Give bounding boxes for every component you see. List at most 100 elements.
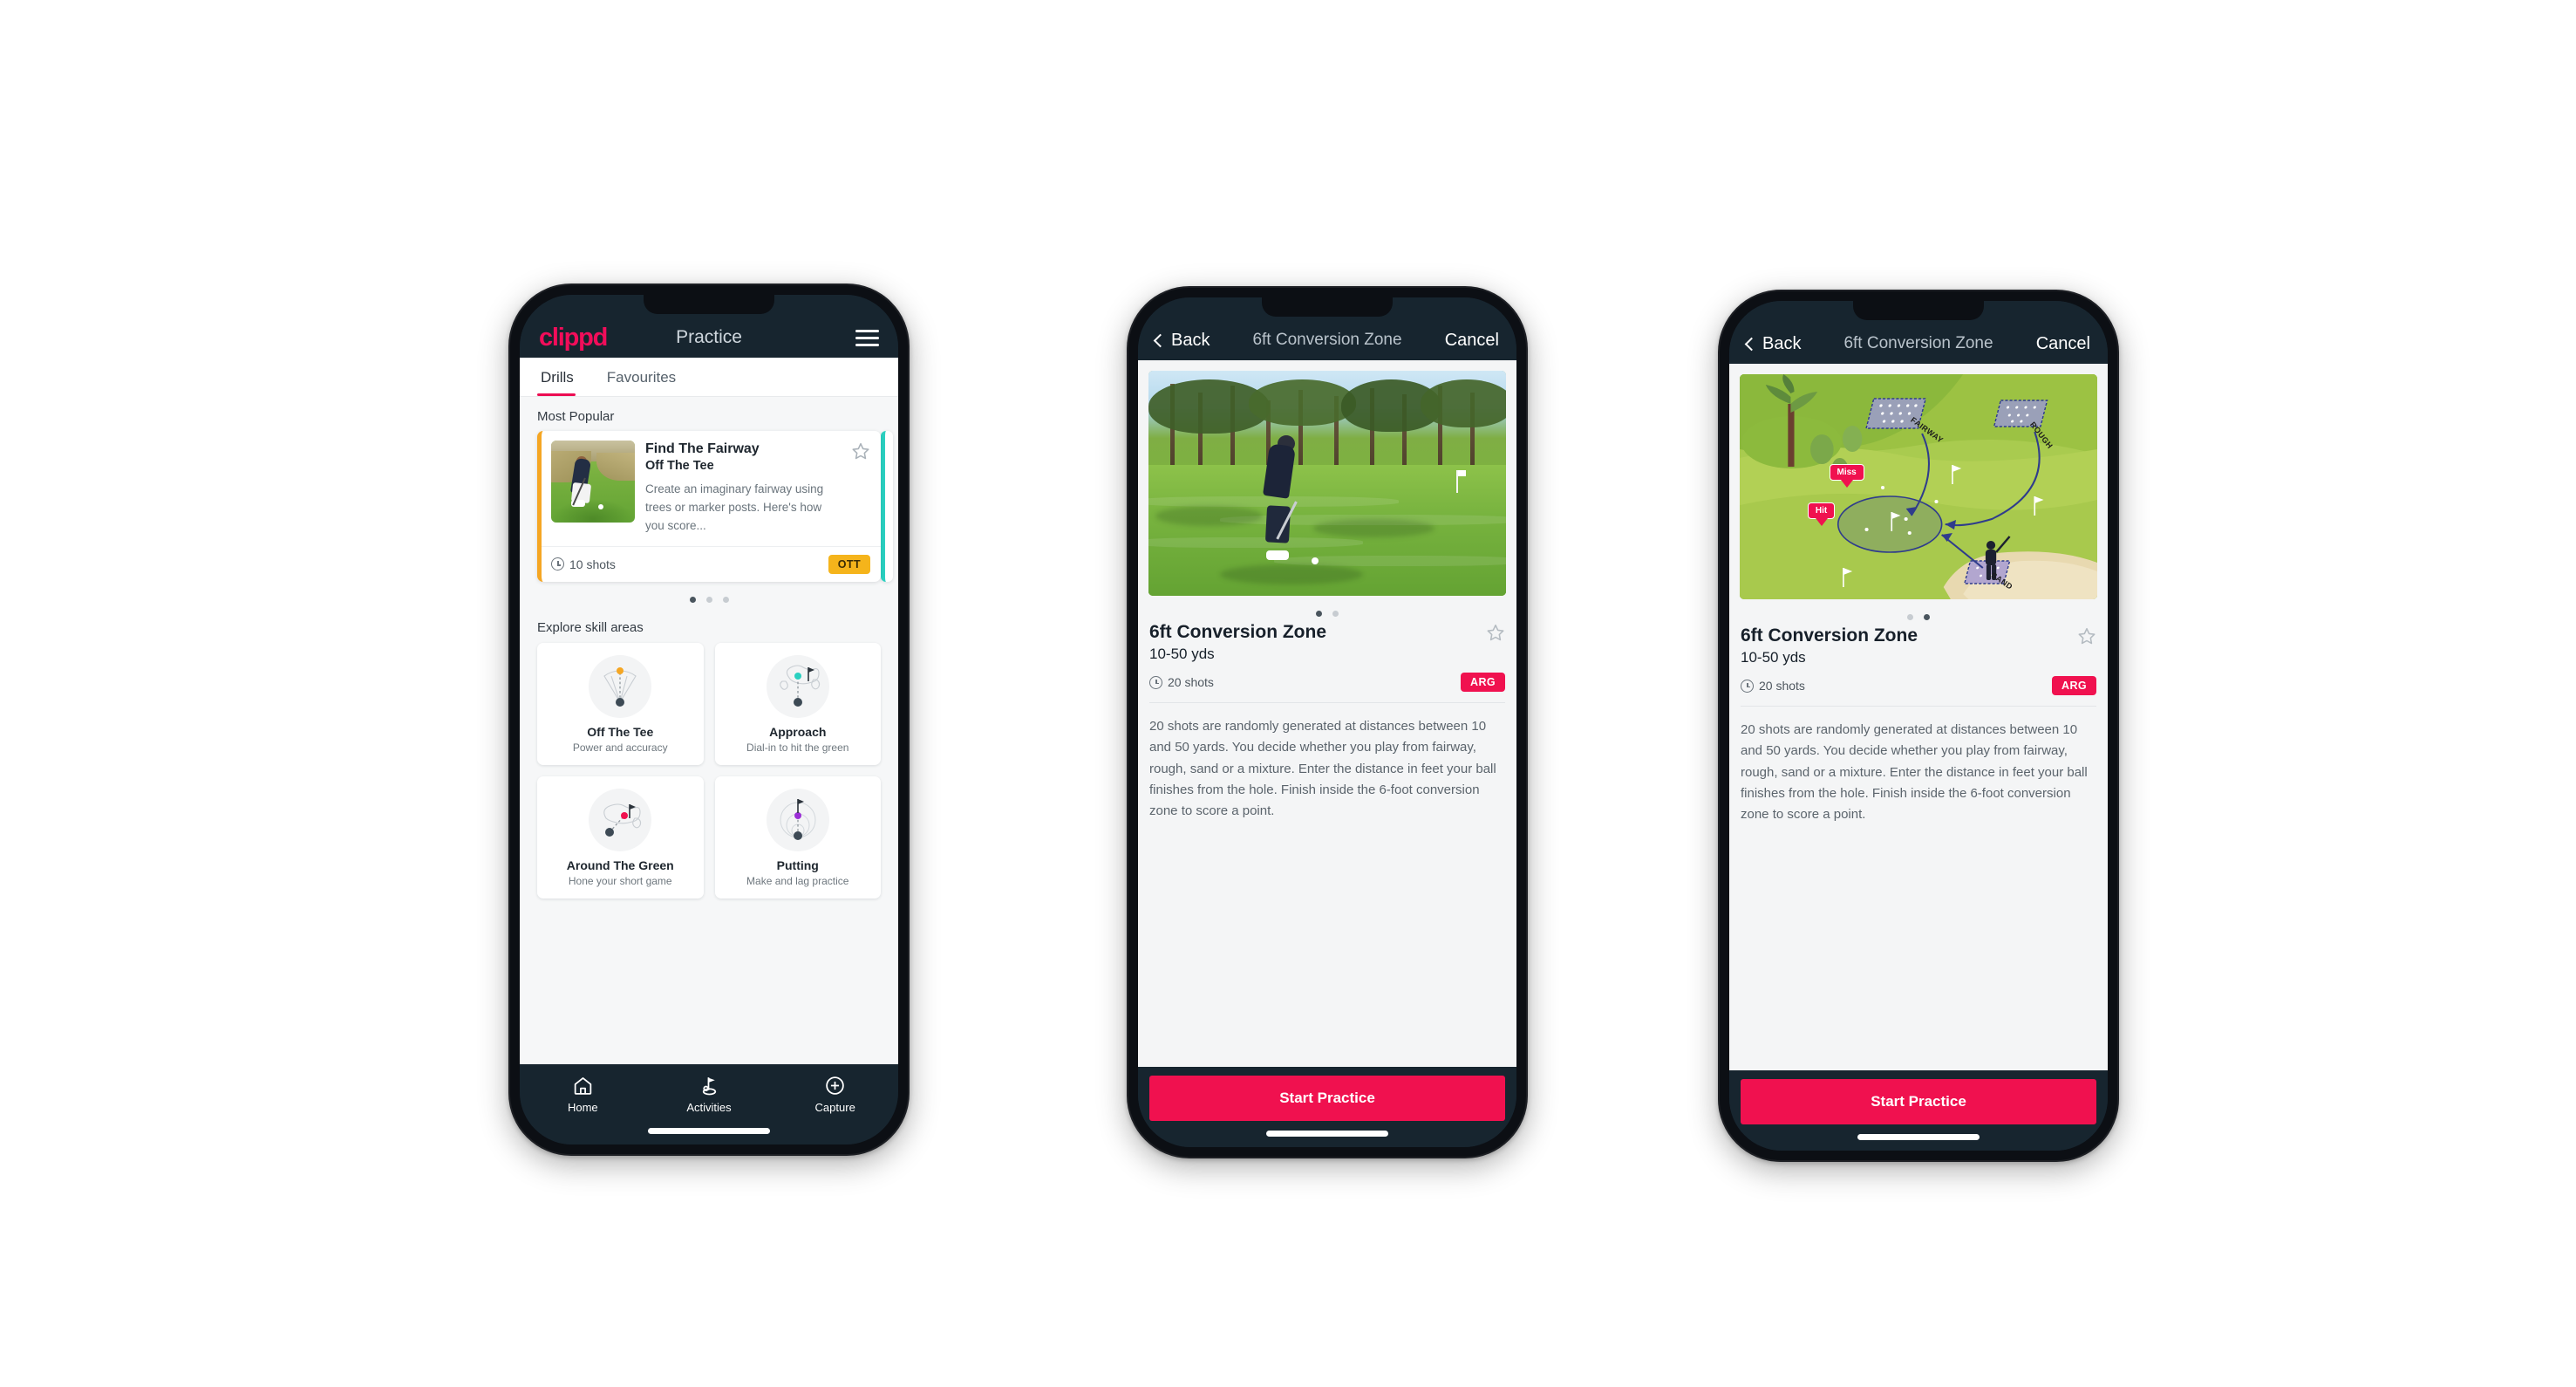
screen-drill-detail-map: Back 6ft Conversion Zone Cancel FAIRWAY …	[1729, 301, 2108, 1151]
skill-card-approach[interactable]: Approach Dial-in to hit the green	[714, 642, 881, 765]
putting-rings-icon	[766, 788, 829, 851]
skill-name: Putting	[776, 857, 819, 872]
callout-miss: Miss	[1829, 464, 1864, 482]
tab-bar: Drills Favourites	[520, 358, 898, 397]
drill-distance: 10-50 yds	[1741, 649, 1806, 666]
chevron-left-icon	[1153, 333, 1168, 347]
drill-card-footer: 10 shots OTT	[542, 545, 881, 582]
carousel-peek-card[interactable]	[881, 431, 893, 582]
skill-desc: Hone your short game	[568, 874, 672, 887]
clock-icon	[1741, 679, 1754, 693]
back-button[interactable]: Back	[1744, 333, 1802, 354]
shots-count: 10 shots	[551, 557, 616, 571]
detail-body: 6ft Conversion Zone 10-50 yds 20 shots A…	[1138, 360, 1516, 1067]
status-badge-arg: ARG	[1461, 673, 1505, 692]
tab-drills[interactable]: Drills	[537, 358, 586, 396]
tee-fan-icon	[589, 654, 652, 718]
tab-favourites[interactable]: Favourites	[603, 358, 688, 396]
practice-body: Drills Favourites Most Popular Find The …	[520, 358, 898, 1064]
around-green-icon	[589, 788, 652, 851]
shots-count: 20 shots	[1149, 675, 1214, 689]
skill-name: Off The Tee	[587, 724, 654, 739]
detail-shots-row: 20 shots ARG	[1149, 673, 1505, 692]
home-icon	[574, 1077, 592, 1095]
home-indicator	[1857, 1134, 1980, 1140]
start-practice-button[interactable]: Start Practice	[1741, 1079, 2096, 1124]
drill-thumbnail	[551, 441, 635, 523]
detail-body: FAIRWAY ROUGH SAND Miss Hit 6ft Conversi…	[1729, 364, 2108, 1070]
phone-notch	[644, 295, 774, 314]
drill-media-course-map[interactable]: FAIRWAY ROUGH SAND Miss Hit	[1740, 374, 2097, 599]
clock-icon	[1149, 675, 1162, 689]
phone-notch	[1853, 301, 1984, 320]
carousel-dot[interactable]	[705, 596, 712, 603]
nav-item-capture[interactable]: Capture	[772, 1075, 898, 1114]
skill-areas-heading: Explore skill areas	[537, 619, 644, 635]
screen-drill-detail-photo: Back 6ft Conversion Zone Cancel 6ft Conv…	[1138, 297, 1516, 1147]
shots-label: 20 shots	[1759, 679, 1805, 693]
drill-description: Create an imaginary fairway using trees …	[645, 482, 824, 532]
nav-label: Capture	[814, 1101, 855, 1114]
back-label: Back	[1762, 333, 1802, 353]
callout-hit: Hit	[1807, 502, 1836, 520]
nav-item-home[interactable]: Home	[520, 1075, 646, 1114]
star-outline-icon[interactable]	[1486, 623, 1505, 642]
carousel-dots	[520, 582, 898, 608]
chevron-left-icon	[1744, 337, 1759, 351]
skill-card-around-the-green[interactable]: Around The Green Hone your short game	[537, 775, 704, 898]
phone-notch	[1262, 297, 1393, 317]
detail-header: 6ft Conversion Zone 10-50 yds 20 shots A…	[1729, 625, 2108, 695]
drill-card-meta: Find The Fairway Off The Tee Create an i…	[645, 441, 841, 536]
nav-item-activities[interactable]: Activities	[646, 1075, 773, 1114]
skill-card-putting[interactable]: Putting Make and lag practice	[714, 775, 881, 898]
screen-practice-list: clippd Practice Drills Favourites Most P…	[520, 295, 898, 1144]
detail-title-row: 6ft Conversion Zone 10-50 yds	[1741, 625, 2096, 666]
clippd-logo: clippd	[539, 323, 608, 352]
star-outline-icon[interactable]	[2077, 626, 2096, 646]
shots-label: 20 shots	[1168, 675, 1214, 689]
screenshot-canvas: clippd Practice Drills Favourites Most P…	[0, 0, 2576, 1387]
clock-icon	[551, 557, 564, 571]
start-practice-button[interactable]: Start Practice	[1149, 1076, 1505, 1121]
most-popular-carousel: Find The Fairway Off The Tee Create an i…	[520, 431, 898, 582]
nav-label: Activities	[686, 1101, 732, 1114]
star-outline-icon[interactable]	[851, 441, 870, 461]
plus-circle-icon	[826, 1076, 844, 1095]
status-badge-arg: ARG	[2052, 676, 2096, 695]
phone-mockup-practice-list: clippd Practice Drills Favourites Most P…	[508, 284, 910, 1156]
detail-header: 6ft Conversion Zone 10-50 yds 20 shots A…	[1138, 622, 1516, 692]
carousel-dot[interactable]	[1924, 614, 1930, 620]
drill-distance: 10-50 yds	[1149, 646, 1215, 662]
drill-media-photo[interactable]	[1148, 371, 1506, 596]
carousel-dot[interactable]	[1316, 611, 1322, 617]
skill-card-off-the-tee[interactable]: Off The Tee Power and accuracy	[537, 642, 704, 765]
carousel-dot[interactable]	[1907, 614, 1913, 620]
drill-card-top: Find The Fairway Off The Tee Create an i…	[542, 431, 881, 546]
drill-title: Find The Fairway	[645, 441, 760, 456]
cancel-button[interactable]: Cancel	[2036, 334, 2090, 354]
skill-desc: Dial-in to hit the green	[746, 741, 849, 754]
back-button[interactable]: Back	[1153, 331, 1210, 351]
drill-description: 20 shots are randomly generated at dista…	[1741, 722, 2088, 823]
skill-desc: Make and lag practice	[746, 874, 849, 887]
skill-areas-grid: Off The Tee Power and accuracy Approach …	[520, 642, 898, 909]
shots-label: 10 shots	[569, 557, 616, 571]
drill-card-find-the-fairway[interactable]: Find The Fairway Off The Tee Create an i…	[537, 431, 881, 582]
hamburger-icon[interactable]	[855, 329, 879, 346]
golf-ball	[1311, 557, 1319, 565]
home-indicator	[1266, 1131, 1388, 1137]
carousel-dot[interactable]	[1332, 611, 1339, 617]
golfer-shoe	[1266, 550, 1290, 561]
phone-mockup-drill-detail-map: Back 6ft Conversion Zone Cancel FAIRWAY …	[1718, 290, 2119, 1162]
cancel-button[interactable]: Cancel	[1445, 331, 1499, 351]
phone-mockup-drill-detail-photo: Back 6ft Conversion Zone Cancel 6ft Conv…	[1127, 286, 1528, 1158]
most-popular-heading: Most Popular	[537, 409, 615, 424]
media-carousel-dots	[1729, 599, 2108, 625]
nav-label: Home	[567, 1101, 598, 1114]
carousel-dot[interactable]	[722, 596, 729, 603]
drill-description: 20 shots are randomly generated at dista…	[1149, 719, 1496, 819]
skill-name: Around The Green	[566, 857, 674, 872]
drill-category: Off The Tee	[645, 459, 714, 473]
carousel-dot[interactable]	[689, 596, 696, 603]
media-carousel-dots	[1138, 596, 1516, 622]
